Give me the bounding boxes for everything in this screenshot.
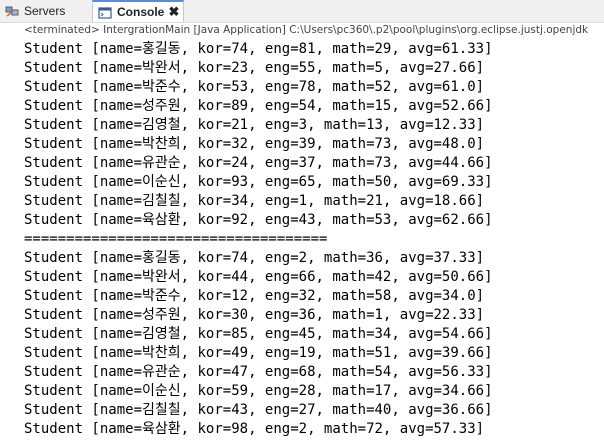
- output-line: Student [name=박완서, kor=23, eng=55, math=…: [24, 60, 485, 76]
- output-line: Student [name=홍길동, kor=74, eng=2, math=3…: [24, 250, 485, 266]
- close-icon[interactable]: ✖: [167, 5, 181, 19]
- output-line: Student [name=박완서, kor=44, eng=66, math=…: [24, 269, 493, 285]
- output-line: Student [name=홍길동, kor=74, eng=81, math=…: [24, 41, 493, 57]
- output-line: Student [name=김칠칠, kor=34, eng=1, math=2…: [24, 193, 485, 209]
- output-line: Student [name=육삼환, kor=92, eng=43, math=…: [24, 212, 493, 228]
- output-line: Student [name=박찬희, kor=32, eng=39, math=…: [24, 136, 485, 152]
- output-line: Student [name=이순신, kor=93, eng=65, math=…: [24, 174, 493, 190]
- tab-console-label: Console: [117, 5, 165, 19]
- output-line: Student [name=육삼환, kor=98, eng=2, math=7…: [24, 421, 485, 437]
- terminated-status: <terminated> IntergrationMain [Java Appl…: [24, 24, 589, 36]
- output-line: Student [name=김칠칠, kor=43, eng=27, math=…: [24, 402, 493, 418]
- tab-servers[interactable]: Servers: [0, 0, 92, 22]
- tab-console[interactable]: Console ✖: [92, 0, 184, 22]
- console-view: Servers Console ✖ <terminated> Intergrat…: [0, 0, 604, 441]
- output-line: Student [name=김영철, kor=85, eng=45, math=…: [24, 326, 493, 342]
- console-output: Student [name=홍길동, kor=74, eng=81, math=…: [24, 40, 604, 439]
- console-icon: [98, 7, 112, 19]
- output-line: Student [name=유관순, kor=24, eng=37, math=…: [24, 155, 493, 171]
- output-line: Student [name=박찬희, kor=49, eng=19, math=…: [24, 345, 493, 361]
- view-tab-bar: Servers Console ✖: [0, 0, 604, 23]
- output-line: Student [name=유관순, kor=47, eng=68, math=…: [24, 364, 493, 380]
- output-line: Student [name=김영철, kor=21, eng=3, math=1…: [24, 117, 485, 133]
- output-line: Student [name=박준수, kor=53, eng=78, math=…: [24, 79, 485, 95]
- output-line: Student [name=이순신, kor=59, eng=28, math=…: [24, 383, 493, 399]
- output-line: ====================================: [24, 231, 328, 247]
- output-line: Student [name=성주원, kor=89, eng=54, math=…: [24, 98, 493, 114]
- output-line: Student [name=박준수, kor=12, eng=32, math=…: [24, 288, 485, 304]
- tab-servers-label: Servers: [24, 4, 66, 18]
- output-line: Student [name=성주원, kor=30, eng=36, math=…: [24, 307, 485, 323]
- servers-icon: [5, 6, 19, 17]
